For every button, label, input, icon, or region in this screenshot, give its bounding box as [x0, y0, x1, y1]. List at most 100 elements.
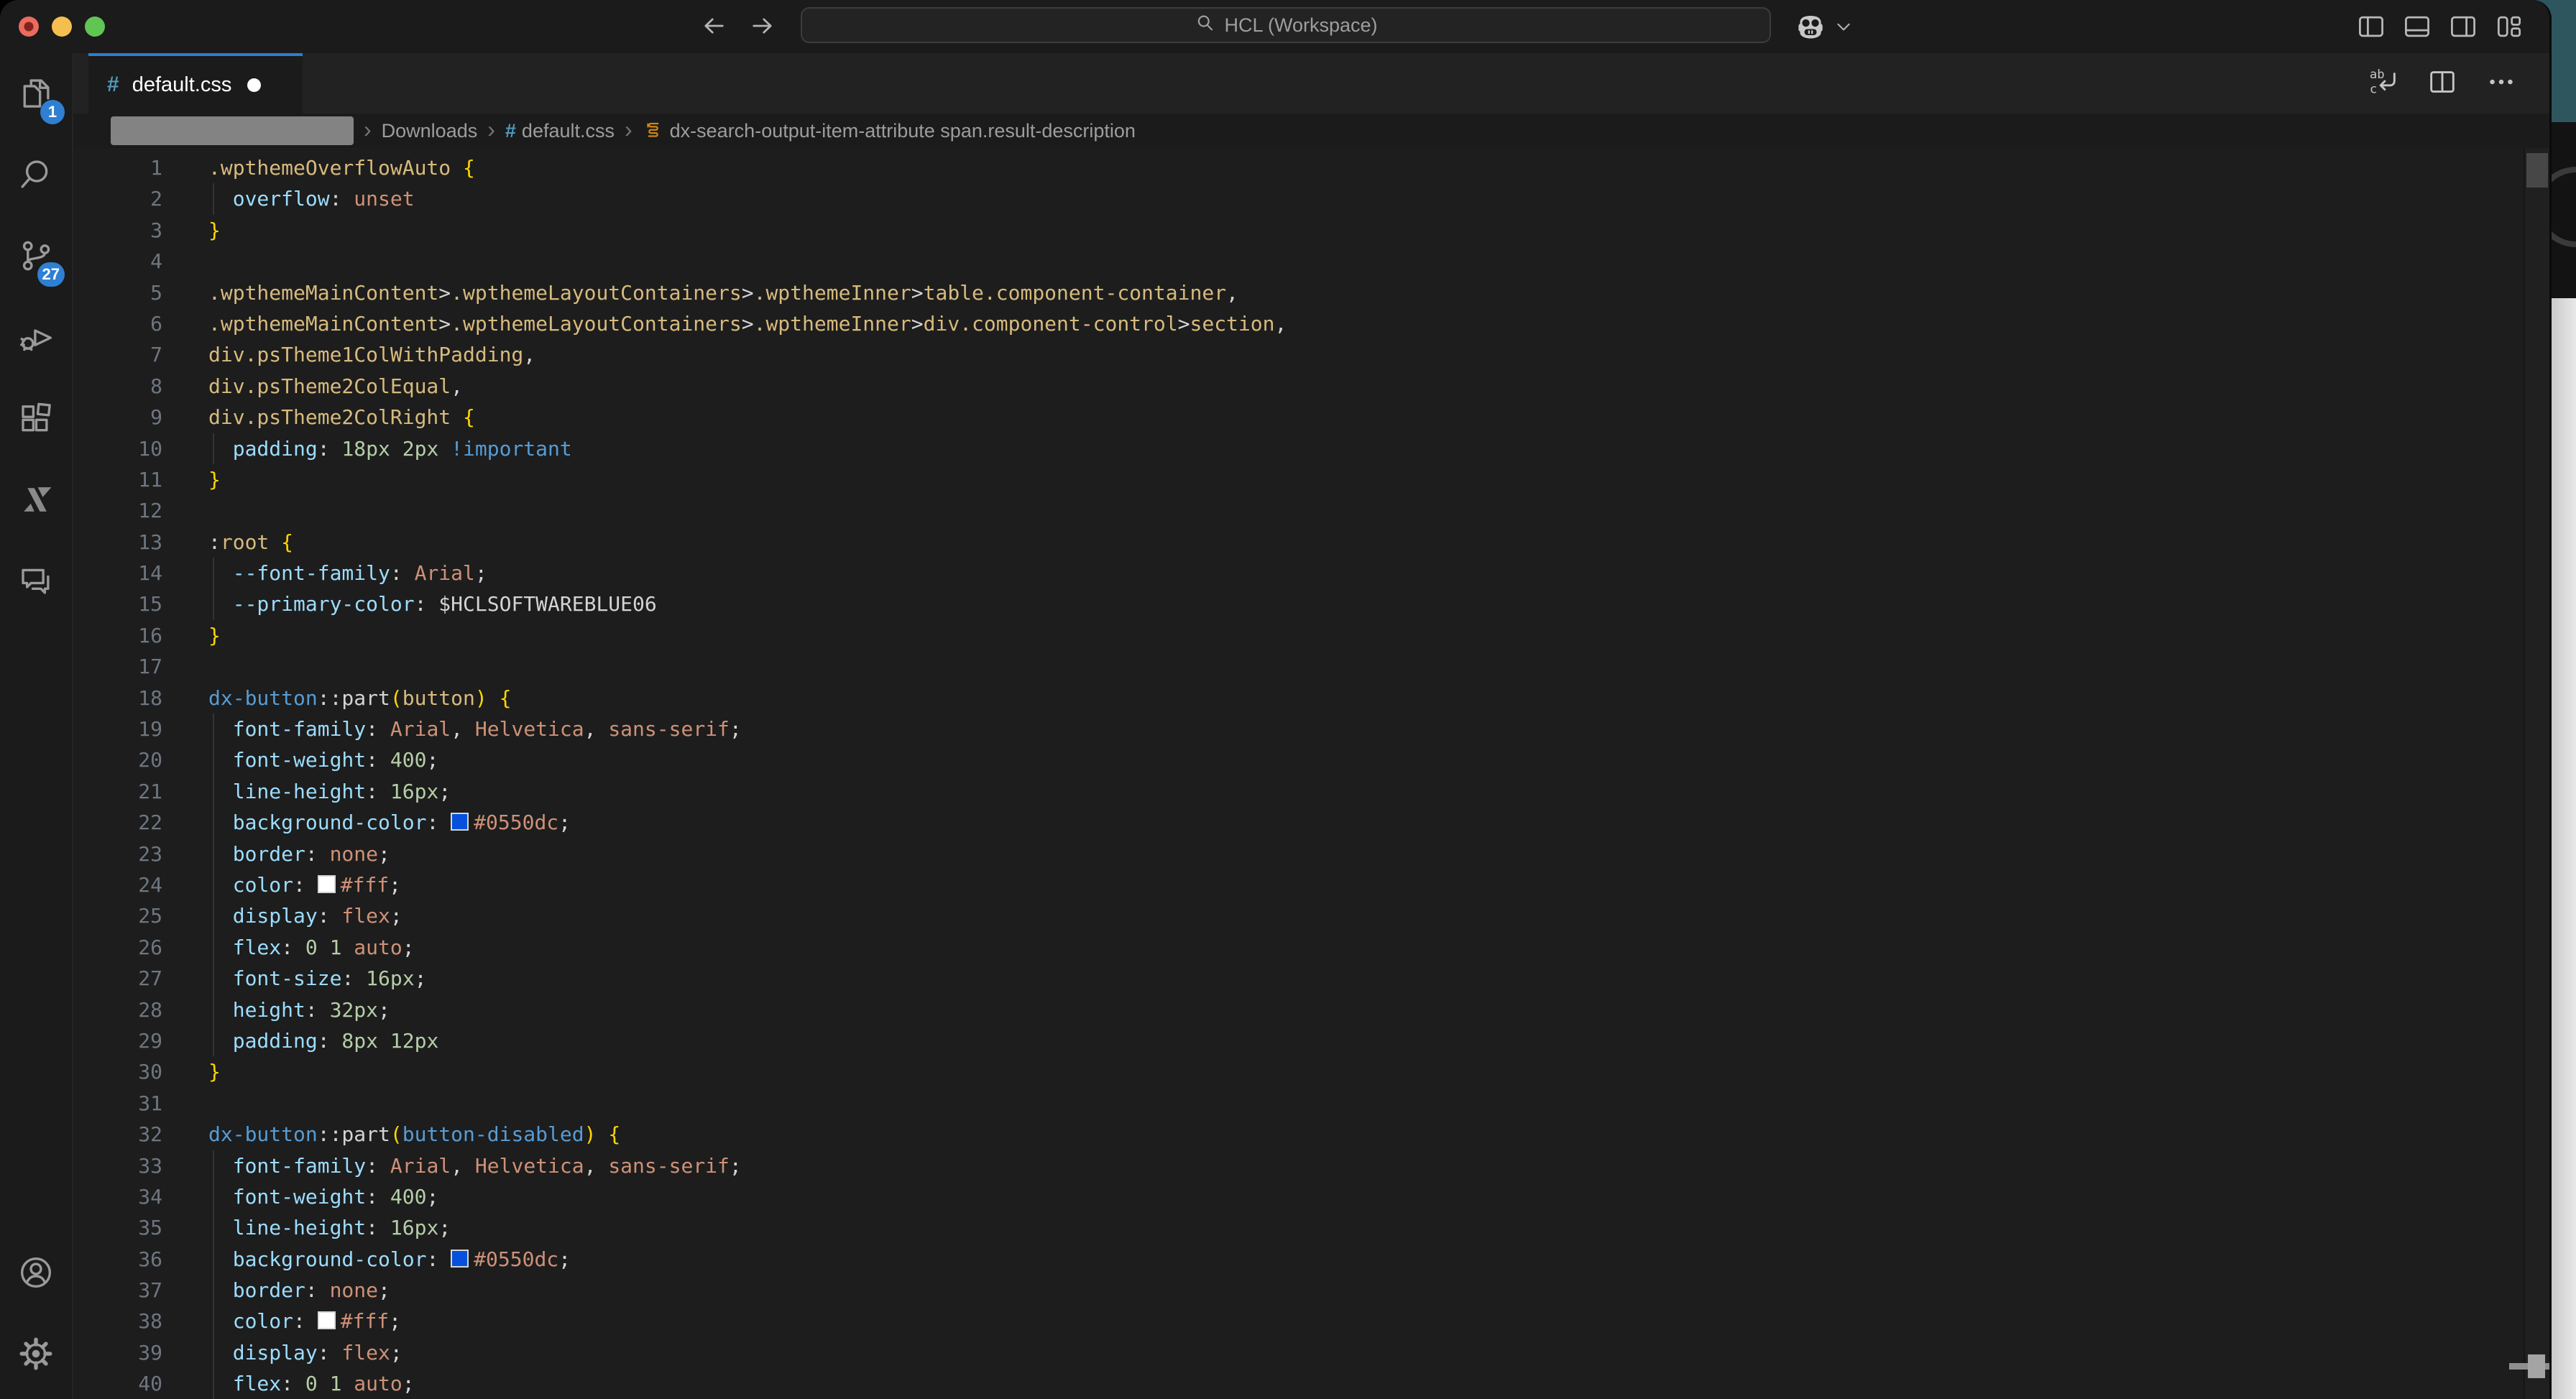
maximize-button[interactable]	[85, 17, 105, 37]
code-line[interactable]: 4	[73, 246, 2549, 277]
line-number: 7	[73, 339, 162, 370]
code-line[interactable]: 3}	[73, 215, 2549, 246]
code-line[interactable]: 22 background-color: #0550dc;	[73, 807, 2549, 838]
code-line[interactable]: 24 color: #fff;	[73, 869, 2549, 900]
line-number: 38	[73, 1306, 162, 1336]
line-number: 9	[73, 402, 162, 433]
sidebar-item-run-debug[interactable]	[0, 298, 72, 379]
code-line[interactable]: 25 display: flex;	[73, 900, 2549, 931]
code-line[interactable]: 7div.psTheme1ColWithPadding,	[73, 339, 2549, 370]
code-line[interactable]: 9div.psTheme2ColRight {	[73, 402, 2549, 433]
code-line[interactable]: 27 font-size: 16px;	[73, 963, 2549, 994]
breadcrumb-default.css[interactable]: #default.css	[505, 120, 615, 142]
indent-guide	[213, 776, 214, 807]
color-swatch[interactable]	[451, 1250, 469, 1268]
code-line[interactable]: 8div.psTheme2ColEqual,	[73, 371, 2549, 402]
color-swatch[interactable]	[318, 875, 336, 893]
editor-group: # default.css abc ›Downloads›#default.cs…	[73, 53, 2549, 1399]
sidebar-item-x-logo-extension[interactable]	[0, 461, 72, 542]
toggle-primary-sidebar-icon[interactable]	[2355, 11, 2387, 46]
sidebar-item-source-control[interactable]: 27	[0, 217, 72, 298]
line-number: 17	[73, 651, 162, 682]
code-line[interactable]: 37 border: none;	[73, 1275, 2549, 1306]
code-line[interactable]: 23 border: none;	[73, 839, 2549, 869]
tab-default-css[interactable]: # default.css	[88, 53, 303, 114]
code-line[interactable]: 26 flex: 0 1 auto;	[73, 932, 2549, 963]
line-number: 23	[73, 839, 162, 869]
word-wrap-icon[interactable]: abc	[2367, 65, 2400, 102]
indent-guide	[213, 1244, 214, 1275]
activity-bar: 1 27	[0, 53, 73, 1399]
indent-guide	[213, 433, 214, 464]
line-number: 33	[73, 1150, 162, 1181]
toggle-panel-icon[interactable]	[2401, 11, 2433, 46]
code-line[interactable]: 32dx-button::part(button-disabled) {	[73, 1119, 2549, 1150]
sidebar-item-search[interactable]	[0, 136, 72, 217]
scrollbar-track[interactable]	[2524, 148, 2549, 1399]
minimize-button[interactable]	[52, 17, 72, 37]
code-line[interactable]: 13:root {	[73, 527, 2549, 558]
sidebar-item-extensions[interactable]	[0, 379, 72, 461]
code-text: flex: 0 1 auto;	[208, 1368, 415, 1399]
forward-arrow-icon[interactable]	[748, 11, 778, 45]
breadcrumb-Downloads[interactable]: Downloads	[382, 120, 478, 142]
scrollbar-thumb[interactable]	[2526, 153, 2548, 188]
code-line[interactable]: 19 font-family: Arial, Helvetica, sans-s…	[73, 714, 2549, 744]
breadcrumb-dx-search-output-item-attribute[interactable]: dx-search-output-item-attribute span.res…	[643, 120, 1136, 142]
code-line[interactable]: 39 display: flex;	[73, 1337, 2549, 1368]
code-line[interactable]: 33 font-family: Arial, Helvetica, sans-s…	[73, 1150, 2549, 1181]
code-line[interactable]: 30}	[73, 1056, 2549, 1087]
code-line[interactable]: 34 font-weight: 400;	[73, 1181, 2549, 1212]
code-line[interactable]: 31	[73, 1088, 2549, 1119]
chevron-down-icon	[1834, 17, 1853, 36]
code-line[interactable]: 21 line-height: 16px;	[73, 776, 2549, 807]
line-number: 15	[73, 588, 162, 619]
code-line[interactable]: 2 overflow: unset	[73, 183, 2549, 214]
code-line[interactable]: 1.wpthemeOverflowAuto {	[73, 152, 2549, 183]
code-line[interactable]: 35 line-height: 16px;	[73, 1212, 2549, 1243]
code-line[interactable]: 5.wpthemeMainContent>.wpthemeLayoutConta…	[73, 277, 2549, 308]
code-text: --font-family: Arial;	[208, 558, 487, 588]
code-line[interactable]: 28 height: 32px;	[73, 994, 2549, 1025]
command-center[interactable]: HCL (Workspace)	[801, 7, 1771, 43]
back-arrow-icon[interactable]	[699, 11, 729, 45]
unsaved-changes-dot[interactable]	[247, 78, 261, 92]
code-text: dx-button::part(button) {	[208, 683, 511, 714]
code-line[interactable]: 11}	[73, 464, 2549, 495]
sidebar-item-explorer[interactable]: 1	[0, 55, 72, 136]
code-line[interactable]: 40 flex: 0 1 auto;	[73, 1368, 2549, 1399]
color-swatch[interactable]	[318, 1311, 336, 1329]
sidebar-item-comments[interactable]	[0, 542, 72, 623]
code-line[interactable]: 18dx-button::part(button) {	[73, 683, 2549, 714]
code-line[interactable]: 6.wpthemeMainContent>.wpthemeLayoutConta…	[73, 308, 2549, 339]
code-line[interactable]: 12	[73, 495, 2549, 526]
toggle-secondary-sidebar-icon[interactable]	[2447, 11, 2479, 46]
code-line[interactable]: 38 color: #fff;	[73, 1306, 2549, 1336]
customize-layout-icon[interactable]	[2493, 11, 2525, 46]
code-line[interactable]: 36 background-color: #0550dc;	[73, 1244, 2549, 1275]
line-number: 6	[73, 308, 162, 339]
code-editor[interactable]: 1.wpthemeOverflowAuto {2 overflow: unset…	[73, 148, 2549, 1399]
code-line[interactable]: 29 padding: 8px 12px	[73, 1025, 2549, 1056]
breadcrumb-redacted[interactable]	[111, 116, 354, 145]
copilot-menu[interactable]	[1794, 10, 1853, 43]
line-number: 29	[73, 1025, 162, 1056]
more-actions-icon[interactable]	[2485, 65, 2518, 102]
code-line[interactable]: 10 padding: 18px 2px !important	[73, 433, 2549, 464]
split-editor-icon[interactable]	[2426, 65, 2459, 102]
code-line[interactable]: 20 font-weight: 400;	[73, 744, 2549, 775]
sidebar-item-accounts[interactable]	[0, 1234, 72, 1315]
code-line[interactable]: 15 --primary-color: $HCLSOFTWAREBLUE06	[73, 588, 2549, 619]
debug-icon	[17, 318, 55, 360]
code-text: flex: 0 1 auto;	[208, 932, 415, 963]
code-line[interactable]: 16}	[73, 620, 2549, 651]
code-line[interactable]: 14 --font-family: Arial;	[73, 558, 2549, 588]
line-number: 16	[73, 620, 162, 651]
sidebar-item-settings[interactable]	[0, 1315, 72, 1396]
code-line[interactable]: 17	[73, 651, 2549, 682]
color-swatch[interactable]	[451, 813, 469, 831]
account-icon	[17, 1253, 55, 1296]
vscode-window: HCL (Workspace) 127	[0, 0, 2552, 1399]
code-text: height: 32px;	[208, 994, 390, 1025]
close-button[interactable]	[19, 17, 39, 37]
